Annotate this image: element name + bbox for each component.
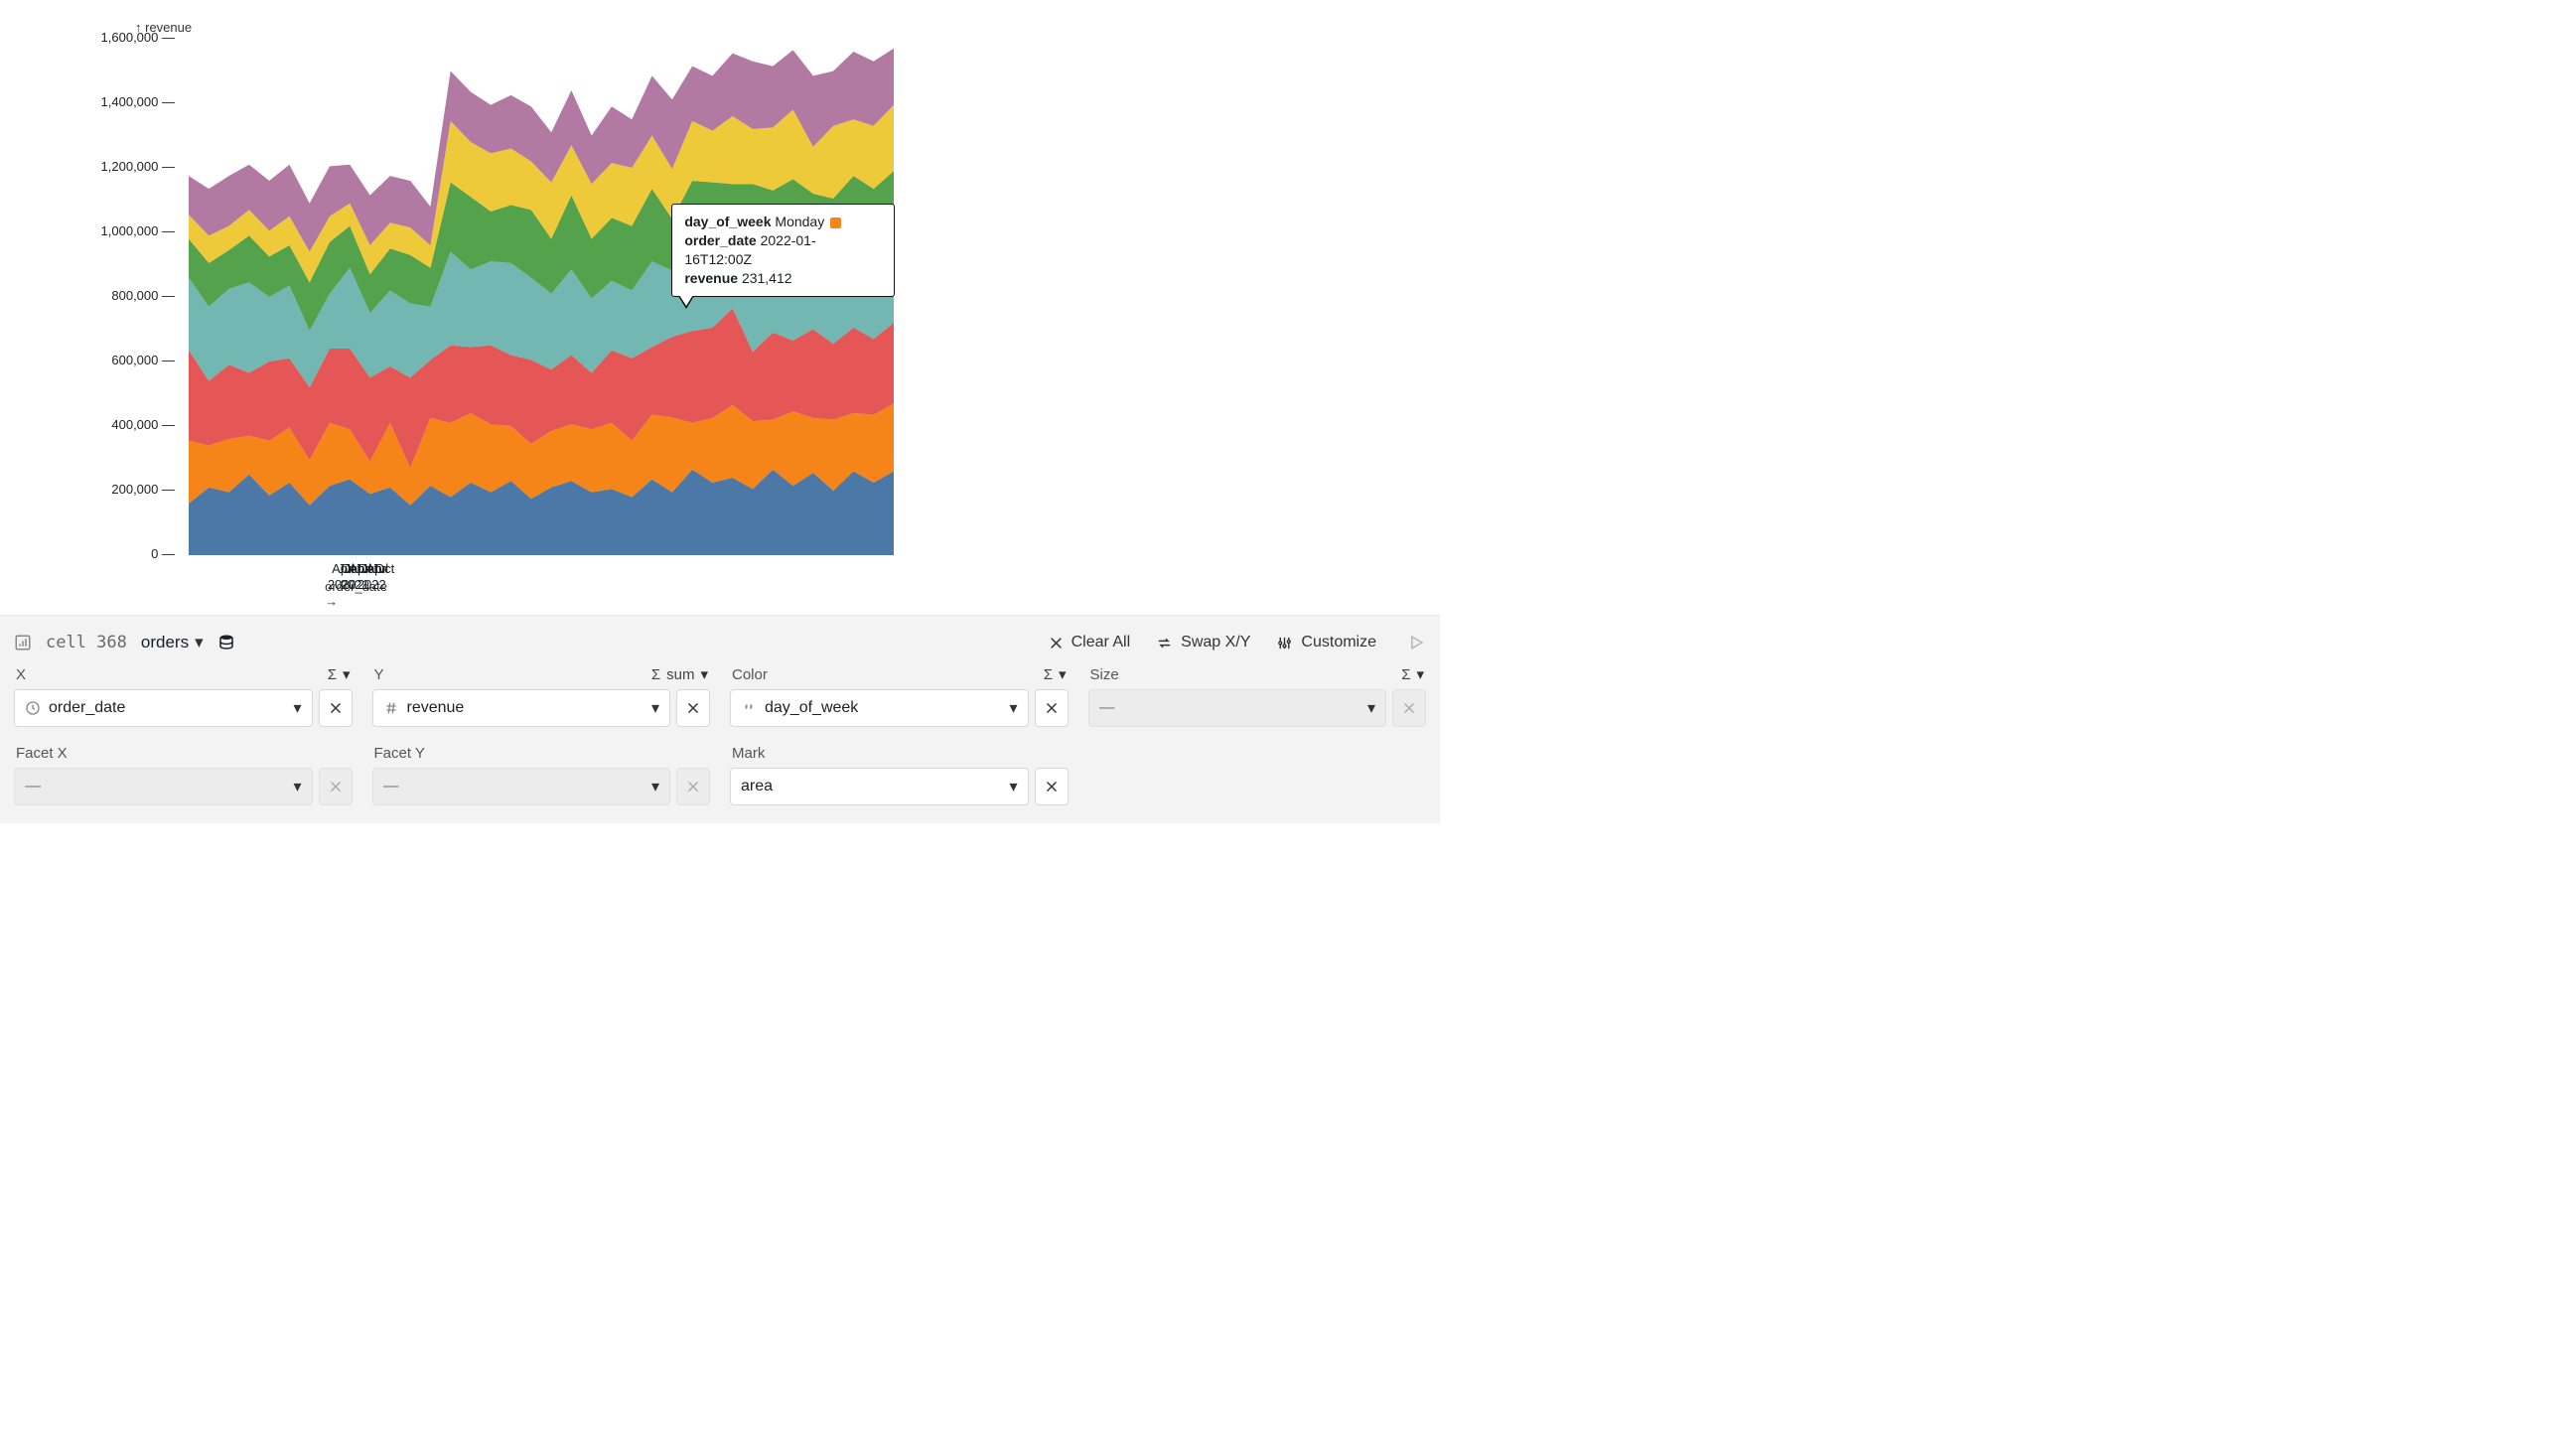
field-select-y[interactable]: revenue ▾ bbox=[372, 689, 671, 727]
datasource-name: orders bbox=[141, 633, 189, 652]
caret-down-icon: ▾ bbox=[1367, 698, 1375, 718]
control-bar: cell 368 orders ▾ Clear All Swap X/Y Cus… bbox=[0, 615, 1440, 823]
cell-id: cell 368 bbox=[46, 633, 127, 652]
control-label: Facet X bbox=[16, 745, 68, 762]
x-axis: order_date → Apr2020JulOctJan2021AprJulO… bbox=[338, 555, 387, 601]
swap-xy-button[interactable]: Swap X/Y bbox=[1150, 630, 1256, 655]
y-tick: 800,000 bbox=[46, 288, 175, 303]
field-value: revenue bbox=[407, 699, 465, 717]
quote-icon bbox=[741, 700, 757, 716]
clear-field-mark[interactable] bbox=[1035, 768, 1069, 805]
field-select-facetx[interactable]: —▾ bbox=[14, 768, 313, 805]
datasource-select[interactable]: orders ▾ bbox=[141, 633, 204, 652]
y-axis-label: ↑ revenue bbox=[135, 20, 1400, 35]
database-icon[interactable] bbox=[217, 634, 235, 651]
y-axis: 0200,000400,000600,000800,0001,000,0001,… bbox=[40, 39, 179, 555]
tooltip-dow-label: day_of_week bbox=[684, 214, 771, 229]
cell-chart-icon bbox=[14, 634, 32, 651]
agg-select[interactable]: Σ ▾ bbox=[1044, 665, 1067, 683]
clear-field-color[interactable] bbox=[1035, 689, 1069, 727]
y-tick: 1,400,000 bbox=[46, 94, 175, 109]
agg-select[interactable]: Σ ▾ bbox=[328, 665, 351, 683]
control-grid: X Σ ▾ order_date ▾ Y Σ sum ▾ revenue ▾ Color Σ ▾ d… bbox=[14, 665, 1426, 805]
clear-field-facetx bbox=[319, 768, 353, 805]
field-value: — bbox=[1099, 699, 1115, 717]
chart-tooltip: day_of_week Monday order_date 2022-01-16… bbox=[671, 204, 895, 297]
y-tick: 600,000 bbox=[46, 353, 175, 367]
y-tick: 1,200,000 bbox=[46, 159, 175, 174]
caret-down-icon: ▾ bbox=[651, 698, 659, 718]
field-value: order_date bbox=[49, 699, 125, 717]
field-value: — bbox=[383, 778, 399, 795]
control-label: Mark bbox=[732, 745, 765, 762]
control-x: X Σ ▾ order_date ▾ bbox=[14, 665, 353, 727]
clear-all-label: Clear All bbox=[1072, 634, 1131, 651]
control-label: X bbox=[16, 666, 26, 683]
clear-all-button[interactable]: Clear All bbox=[1043, 630, 1137, 655]
caret-down-icon: ▾ bbox=[293, 777, 301, 796]
control-size: SizeΣ ▾—▾ bbox=[1088, 665, 1427, 727]
control-color: Color Σ ▾ day_of_week ▾ bbox=[730, 665, 1069, 727]
caret-down-icon: ▾ bbox=[1009, 698, 1017, 718]
swap-label: Swap X/Y bbox=[1181, 634, 1250, 651]
field-value: area bbox=[741, 778, 773, 795]
caret-down-icon: ▾ bbox=[195, 633, 204, 652]
y-tick: 1,000,000 bbox=[46, 223, 175, 238]
customize-label: Customize bbox=[1301, 634, 1376, 651]
control-label: Color bbox=[732, 666, 768, 683]
y-tick: 1,600,000 bbox=[46, 30, 175, 45]
control-mark: Mark area ▾ bbox=[730, 745, 1069, 805]
clear-field-size bbox=[1392, 689, 1426, 727]
tooltip-rev-label: revenue bbox=[684, 270, 738, 286]
agg-select[interactable]: Σ sum ▾ bbox=[651, 665, 708, 683]
control-bar-top: cell 368 orders ▾ Clear All Swap X/Y Cus… bbox=[14, 626, 1426, 665]
clock-icon bbox=[25, 700, 41, 716]
sliders-icon bbox=[1276, 635, 1293, 651]
x-icon bbox=[1049, 636, 1064, 651]
field-select-facety[interactable]: —▾ bbox=[372, 768, 671, 805]
caret-down-icon: ▾ bbox=[651, 777, 659, 796]
chart-svg-container: order_date → Apr2020JulOctJan2021AprJulO… bbox=[189, 39, 894, 555]
y-tick: 400,000 bbox=[46, 417, 175, 432]
control-label: Facet Y bbox=[374, 745, 425, 762]
plot-area: 0200,000400,000600,000800,0001,000,0001,… bbox=[40, 39, 1400, 555]
tooltip-color-swatch bbox=[830, 217, 841, 228]
caret-down-icon: ▾ bbox=[293, 698, 301, 718]
clear-field-facety bbox=[676, 768, 710, 805]
y-tick: 200,000 bbox=[46, 482, 175, 497]
field-select-x[interactable]: order_date ▾ bbox=[14, 689, 313, 727]
field-value: — bbox=[25, 778, 41, 795]
swap-icon bbox=[1156, 635, 1173, 651]
field-select-size[interactable]: —▾ bbox=[1088, 689, 1387, 727]
x-tick: Oct bbox=[374, 561, 394, 577]
control-facetx: Facet X—▾ bbox=[14, 745, 353, 805]
clear-field-y[interactable] bbox=[676, 689, 710, 727]
chart-container: ↑ revenue 0200,000400,000600,000800,0001… bbox=[0, 0, 1440, 555]
field-select-color[interactable]: day_of_week ▾ bbox=[730, 689, 1029, 727]
clear-field-x[interactable] bbox=[319, 689, 353, 727]
run-icon[interactable] bbox=[1406, 633, 1426, 652]
agg-select[interactable]: Σ ▾ bbox=[1401, 665, 1424, 683]
y-tick: 0 bbox=[46, 546, 175, 561]
control-label: Y bbox=[374, 666, 384, 683]
control-label: Size bbox=[1090, 666, 1119, 683]
field-select-mark[interactable]: area ▾ bbox=[730, 768, 1029, 805]
caret-down-icon: ▾ bbox=[1009, 777, 1017, 796]
tooltip-dow-value: Monday bbox=[775, 214, 824, 229]
control-facety: Facet Y—▾ bbox=[372, 745, 711, 805]
tooltip-date-label: order_date bbox=[684, 232, 756, 248]
tooltip-rev-value: 231,412 bbox=[742, 270, 792, 286]
control-y: Y Σ sum ▾ revenue ▾ bbox=[372, 665, 711, 727]
hash-icon bbox=[383, 700, 399, 716]
area-chart-svg[interactable] bbox=[189, 39, 894, 555]
field-value: day_of_week bbox=[765, 699, 858, 717]
customize-button[interactable]: Customize bbox=[1270, 630, 1382, 655]
